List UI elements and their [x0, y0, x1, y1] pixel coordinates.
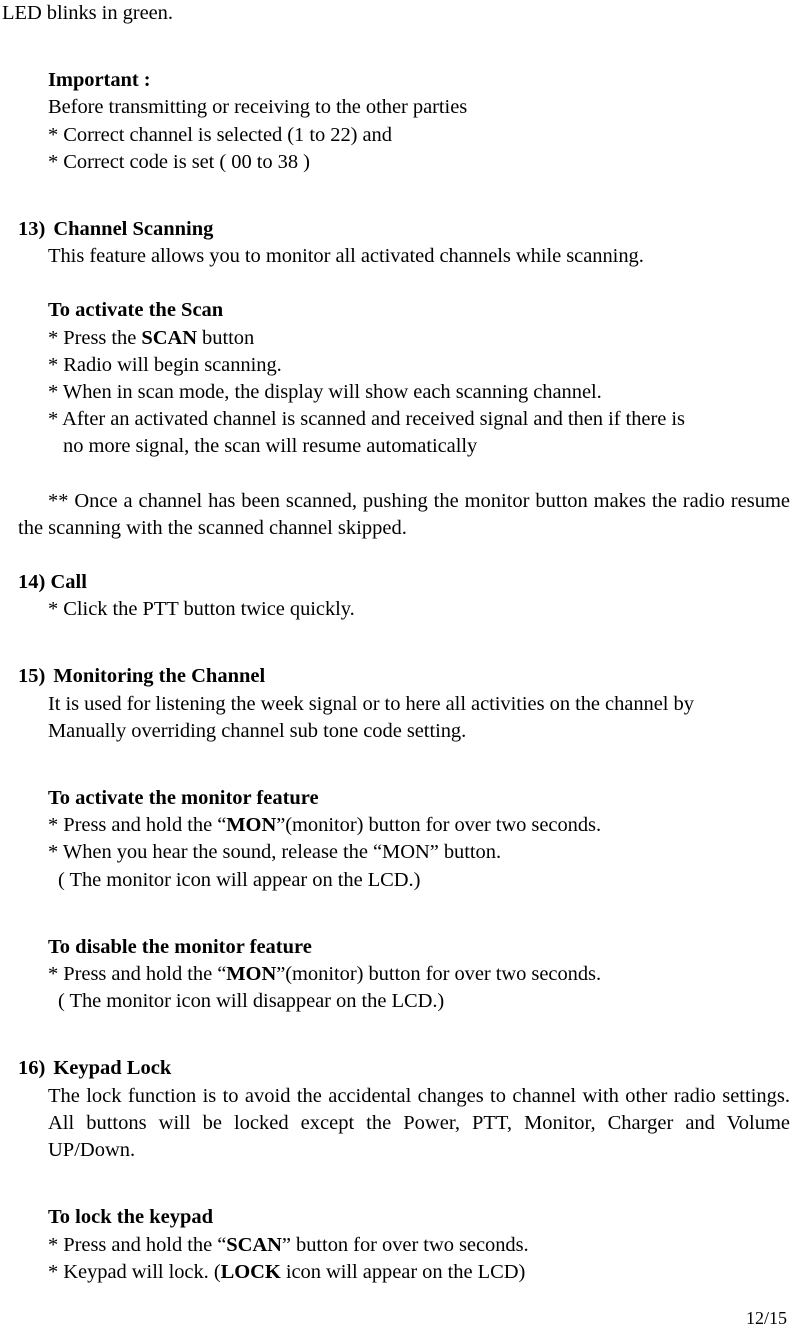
- section-title: Call: [50, 571, 87, 594]
- bullet-text-bold: SCAN: [226, 1233, 282, 1256]
- bullet-after-activated-channel: * After an activated channel is scanned …: [48, 408, 685, 431]
- section-heading-13: 13) Channel Scanning: [18, 216, 795, 243]
- section-title: Monitoring the Channel: [53, 665, 266, 688]
- bullet-press-hold-mon-disable: * Press and hold the “MON”(monitor) butt…: [48, 961, 795, 988]
- section-number: 13): [18, 218, 46, 241]
- bullet-press-scan: * Press the SCAN button: [48, 325, 795, 352]
- section-13-note: ** Once a channel has been scanned, push…: [18, 489, 790, 539]
- bullet-text-post: ”(monitor) button for over two seconds.: [276, 963, 602, 986]
- bullet-text-post: ”(monitor) button for over two seconds.: [276, 814, 602, 837]
- bullet-press-hold-mon-activate: * Press and hold the “MON”(monitor) butt…: [48, 812, 795, 839]
- bullet-radio-begins: * Radio will begin scanning.: [48, 353, 282, 376]
- intro-line: LED blinks in green.: [2, 2, 173, 24]
- section-channel-scanning: 13) Channel Scanning This feature allows …: [0, 216, 795, 542]
- important-line: * Correct code is set ( 00 to 38 ): [48, 150, 310, 173]
- section-keypad-lock: 16) Keypad Lock The lock function is to a…: [0, 1055, 795, 1285]
- subheading-lock-keypad: To lock the keypad: [48, 1206, 213, 1229]
- paren-monitor-icon-disappear: ( The monitor icon will disappear on the…: [58, 990, 445, 1013]
- bullet-continuation: no more signal, the scan will resume aut…: [63, 435, 478, 458]
- section-number: 16): [18, 1057, 46, 1080]
- bullet-text-pre: * Press and hold the “: [48, 1233, 227, 1256]
- section-15-intro-line-1: It is used for listening the week signal…: [48, 692, 694, 715]
- section-heading-14: 14) Call: [18, 569, 795, 596]
- section-number: 14): [18, 571, 46, 594]
- bullet-text-post: icon will appear on the LCD): [280, 1260, 526, 1283]
- important-line: Before transmitting or receiving to the …: [48, 96, 468, 119]
- section-call: 14) Call * Click the PTT button twice qu…: [0, 569, 795, 623]
- paren-monitor-icon-appear: ( The monitor icon will appear on the LC…: [58, 868, 421, 891]
- section-heading-16: 16) Keypad Lock: [18, 1055, 795, 1082]
- subheading-activate-scan: To activate the Scan: [48, 299, 224, 322]
- page-number: 12/15: [745, 1308, 787, 1328]
- bullet-text-pre: * Press and hold the “: [48, 814, 227, 837]
- bullet-click-ptt: * Click the PTT button twice quickly.: [48, 598, 355, 621]
- bullet-text-post: ” button for over two seconds.: [281, 1233, 529, 1256]
- page-content: LED blinks in green. Important : Before …: [0, 0, 795, 1286]
- bullet-text-bold: LOCK: [220, 1260, 281, 1283]
- bullet-text-pre: * Keypad will lock. (: [48, 1260, 221, 1283]
- section-15-intro-line-2: Manually overriding channel sub tone cod…: [48, 719, 467, 742]
- bullet-text-bold: MON: [226, 963, 277, 986]
- bullet-text-pre: * Press the: [48, 326, 142, 349]
- bullet-text-bold: MON: [226, 814, 277, 837]
- important-line: * Correct channel is selected (1 to 22) …: [48, 123, 392, 146]
- section-heading-15: 15) Monitoring the Channel: [18, 663, 795, 690]
- section-16-intro: The lock function is to avoid the accide…: [48, 1084, 790, 1162]
- important-heading: Important :: [48, 69, 151, 92]
- bullet-text-post: button: [196, 326, 255, 349]
- bullet-hear-sound-release: * When you hear the sound, release the “…: [48, 841, 502, 864]
- section-number: 15): [18, 665, 46, 688]
- subheading-activate-monitor: To activate the monitor feature: [48, 787, 319, 810]
- subheading-disable-monitor: To disable the monitor feature: [48, 935, 312, 958]
- bullet-text-bold: SCAN: [141, 326, 197, 349]
- bullet-press-hold-scan-lock: * Press and hold the “SCAN” button for o…: [48, 1232, 795, 1259]
- document-page: LED blinks in green. Important : Before …: [0, 0, 795, 1344]
- section-title: Channel Scanning: [53, 218, 214, 241]
- section-monitoring-channel: 15) Monitoring the Channel It is used for…: [0, 663, 795, 1015]
- section-13-intro: This feature allows you to monitor all a…: [48, 245, 644, 268]
- bullet-keypad-will-lock: * Keypad will lock. (LOCK icon will appe…: [48, 1259, 795, 1286]
- section-title: Keypad Lock: [53, 1057, 172, 1080]
- important-block: Important : Before transmitting or recei…: [0, 67, 795, 176]
- bullet-scan-mode-display: * When in scan mode, the display will sh…: [48, 381, 602, 404]
- bullet-text-pre: * Press and hold the “: [48, 963, 227, 986]
